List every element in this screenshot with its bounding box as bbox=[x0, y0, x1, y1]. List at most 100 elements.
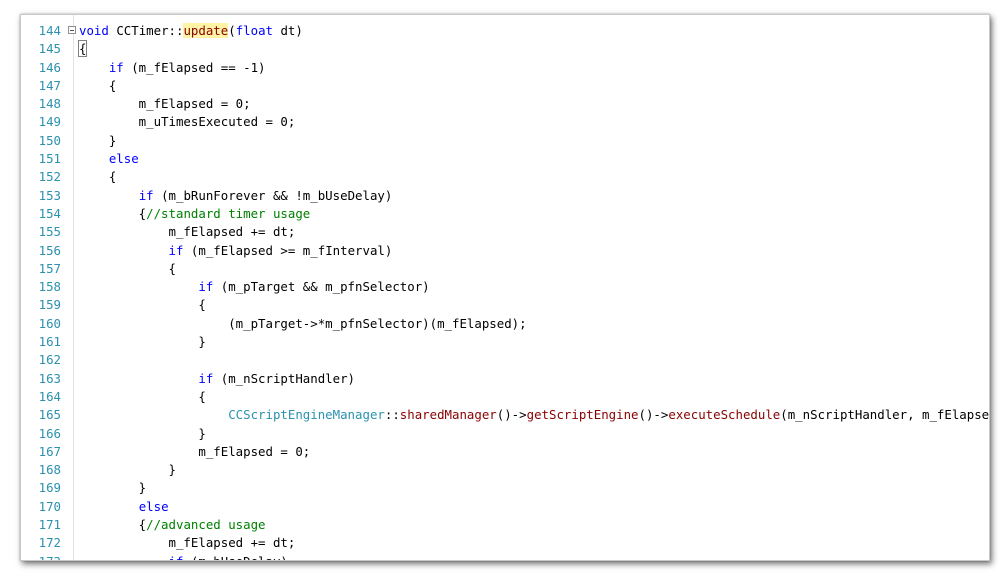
code-line[interactable]: 147 { bbox=[21, 77, 989, 95]
code-line[interactable]: 156 if (m_fElapsed >= m_fInterval) bbox=[21, 242, 989, 260]
line-number: 160 bbox=[38, 315, 61, 331]
code-text: } bbox=[79, 425, 205, 443]
code-line[interactable]: 157 { bbox=[21, 260, 989, 278]
code-line[interactable]: 149 m_uTimesExecuted = 0; bbox=[21, 113, 989, 131]
line-number: 173 bbox=[21, 553, 61, 560]
code-token: ()-> bbox=[638, 407, 669, 423]
code-line[interactable]: 168 } bbox=[21, 461, 989, 479]
code-token: } bbox=[79, 462, 176, 478]
code-line[interactable]: 150 } bbox=[21, 132, 989, 150]
code-text: } bbox=[79, 333, 206, 351]
code-token: { bbox=[79, 517, 147, 533]
code-line[interactable]: 146 if (m_fElapsed == -1) bbox=[21, 59, 989, 77]
code-text: m_fElapsed = 0; bbox=[79, 95, 251, 113]
line-number: 172 bbox=[38, 535, 61, 551]
line-number: 149 bbox=[38, 114, 61, 130]
code-token: m_fElapsed = 0; bbox=[79, 443, 311, 459]
code-text: if (m_fElapsed >= m_fInterval) bbox=[79, 242, 393, 260]
code-line[interactable]: 171 {//advanced usage bbox=[21, 516, 989, 534]
code-text: { bbox=[79, 388, 205, 406]
line-number: 169 bbox=[38, 480, 61, 496]
line-number: 170 bbox=[38, 498, 61, 514]
code-text: m_fElapsed += dt; bbox=[79, 223, 296, 241]
code-token: (m_bRunForever && !m_bUseDelay) bbox=[153, 187, 393, 203]
code-line[interactable]: 166 } bbox=[21, 425, 989, 443]
code-token: { bbox=[79, 297, 206, 313]
code-line[interactable]: 161 } bbox=[21, 333, 989, 351]
code-text: } bbox=[79, 461, 176, 479]
line-number: 164 bbox=[38, 388, 61, 404]
code-token: if bbox=[108, 59, 124, 75]
code-text: m_fElapsed += dt; bbox=[79, 534, 296, 552]
code-text: {//standard timer usage bbox=[79, 205, 311, 223]
code-token: else bbox=[138, 498, 169, 514]
collapse-icon[interactable] bbox=[68, 26, 76, 34]
code-token: } bbox=[79, 334, 206, 350]
line-number: 158 bbox=[38, 279, 61, 295]
line-number: 153 bbox=[38, 187, 61, 203]
code-token: void bbox=[79, 23, 117, 38]
line-number: 156 bbox=[38, 242, 61, 258]
code-text: } bbox=[79, 132, 116, 150]
code-line[interactable]: 159 { bbox=[21, 296, 989, 314]
code-token: { bbox=[79, 205, 147, 221]
code-token: { bbox=[79, 260, 176, 276]
code-line[interactable]: 158 if (m_pTarget && m_pfnSelector) bbox=[21, 278, 989, 296]
code-token: if bbox=[169, 554, 184, 560]
code-line[interactable]: 172 m_fElapsed += dt; bbox=[21, 534, 989, 552]
code-text: } bbox=[79, 479, 146, 497]
code-line[interactable]: 153 if (m_bRunForever && !m_bUseDelay) bbox=[21, 187, 989, 205]
code-token: m_fElapsed += dt; bbox=[79, 535, 296, 551]
code-text: (m_pTarget->*m_pfnSelector)(m_fElapsed); bbox=[79, 315, 526, 333]
line-number: 162 bbox=[38, 352, 61, 368]
code-editor[interactable]: 144 void CCTimer::update(float dt) 145{146… bbox=[21, 22, 989, 560]
code-token: CCTimer:: bbox=[116, 23, 184, 38]
line-number: 152 bbox=[38, 169, 61, 185]
code-line[interactable]: 167 m_fElapsed = 0; bbox=[21, 443, 989, 461]
code-token: CCScriptEngineManager bbox=[228, 407, 385, 423]
code-token: sharedManager bbox=[399, 407, 497, 423]
code-line[interactable]: 173 if (m_bUseDelay) bbox=[21, 553, 989, 560]
code-text: else bbox=[79, 150, 139, 168]
code-line[interactable]: 169 } bbox=[21, 479, 989, 497]
code-token: (m_nScriptHandler) bbox=[213, 370, 356, 386]
code-text: CCScriptEngineManager::sharedManager()->… bbox=[79, 406, 989, 424]
code-line[interactable]: 145 { bbox=[21, 40, 989, 58]
code-line[interactable]: 163 if (m_nScriptHandler) bbox=[21, 370, 989, 388]
line-number: 163 bbox=[38, 370, 61, 386]
code-line[interactable]: 164 { bbox=[21, 388, 989, 406]
code-token: { bbox=[79, 169, 117, 185]
code-token: ()-> bbox=[496, 407, 527, 423]
code-token: if bbox=[138, 187, 154, 203]
code-token: m_fElapsed += dt; bbox=[79, 224, 296, 240]
code-token: ( bbox=[228, 23, 236, 38]
code-line[interactable]: 170 else bbox=[21, 498, 989, 516]
code-line[interactable]: 165 CCScriptEngineManager::sharedManager… bbox=[21, 406, 989, 424]
line-number: 154 bbox=[38, 205, 61, 221]
code-token: executeSchedule bbox=[668, 407, 781, 423]
code-text: { bbox=[79, 77, 116, 95]
code-text: m_fElapsed = 0; bbox=[79, 443, 310, 461]
code-token: m_uTimesExecuted = 0; bbox=[79, 114, 296, 130]
code-line[interactable]: 162 bbox=[21, 351, 989, 369]
code-line[interactable]: 151 else bbox=[21, 150, 989, 168]
code-line[interactable]: 152 { bbox=[21, 168, 989, 186]
code-token: (m_fElapsed == -1) bbox=[123, 59, 266, 75]
code-token: if bbox=[168, 242, 184, 258]
code-line[interactable]: 155 m_fElapsed += dt; bbox=[21, 223, 989, 241]
code-line[interactable]: 154 {//standard timer usage bbox=[21, 205, 989, 223]
line-number: 165 bbox=[38, 407, 61, 423]
code-line[interactable]: 144 void CCTimer::update(float dt) bbox=[21, 22, 989, 40]
code-line[interactable]: 148 m_fElapsed = 0; bbox=[21, 95, 989, 113]
code-line[interactable]: 160 (m_pTarget->*m_pfnSelector)(m_fElaps… bbox=[21, 315, 989, 333]
line-number: 168 bbox=[38, 462, 61, 478]
line-number: 155 bbox=[38, 224, 61, 240]
code-text: { bbox=[79, 168, 116, 186]
line-number: 147 bbox=[38, 77, 61, 93]
